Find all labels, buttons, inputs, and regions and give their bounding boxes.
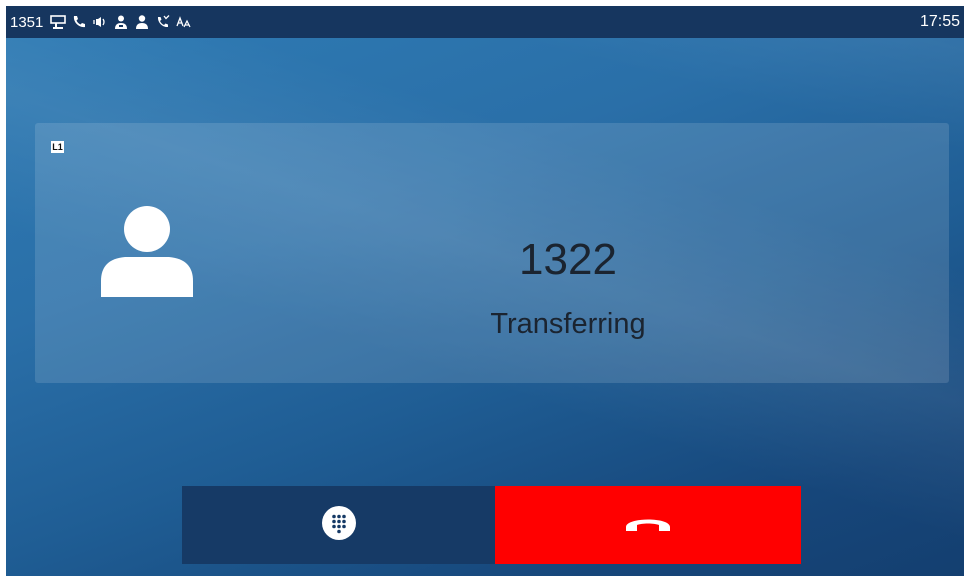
end-call-button[interactable] bbox=[495, 486, 801, 564]
call-status: Transferring bbox=[490, 308, 646, 340]
missed-call-icon bbox=[154, 13, 172, 31]
desk-phone-icon bbox=[49, 13, 67, 31]
keypad-icon bbox=[321, 505, 357, 546]
dtmf-keypad-button[interactable] bbox=[182, 486, 495, 564]
call-info-card: L1 1322 Transferring bbox=[35, 123, 949, 383]
line-badge: L1 bbox=[51, 141, 64, 153]
volume-icon bbox=[91, 13, 109, 31]
callee-number: 1322 bbox=[519, 235, 617, 284]
contacts-icon bbox=[112, 13, 130, 31]
phone-icon bbox=[70, 13, 88, 31]
status-bar: 1351 17:55 bbox=[6, 6, 964, 38]
hang-up-icon bbox=[624, 511, 672, 540]
user-icon bbox=[133, 13, 151, 31]
font-size-icon bbox=[175, 13, 193, 31]
clock: 17:55 bbox=[919, 13, 960, 30]
account-number: 1351 bbox=[10, 13, 44, 31]
call-screen: 1351 17:55 L1 1322 Transferring bbox=[6, 6, 964, 576]
